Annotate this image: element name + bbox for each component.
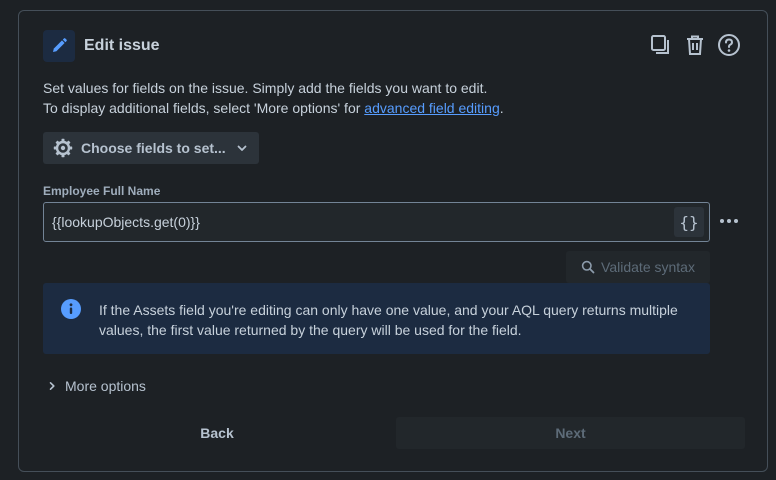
description: Set values for fields on the issue. Simp…: [43, 78, 504, 118]
duplicate-icon[interactable]: [649, 33, 673, 57]
validate-syntax-button[interactable]: Validate syntax: [566, 251, 710, 283]
description-line-1: Set values for fields on the issue. Simp…: [43, 80, 488, 96]
smart-value-button[interactable]: {}: [674, 207, 704, 237]
panel-title: Edit issue: [84, 37, 160, 54]
more-actions-icon[interactable]: [718, 214, 740, 228]
edit-issue-panel: Edit issue Set values for fields on the …: [18, 10, 768, 472]
choose-fields-label: Choose fields to set...: [81, 140, 226, 156]
employee-full-name-value[interactable]: {{lookupObjects.get(0)}}: [52, 214, 674, 230]
pencil-icon: [43, 30, 75, 62]
more-options-toggle[interactable]: More options: [47, 378, 146, 394]
search-icon: [581, 260, 595, 274]
header-actions: [649, 33, 741, 57]
info-icon: [61, 299, 81, 319]
employee-full-name-label: Employee Full Name: [43, 184, 161, 198]
chevron-down-icon: [237, 145, 247, 151]
trash-icon[interactable]: [683, 33, 707, 57]
back-button[interactable]: Back: [43, 417, 391, 449]
panel-header: Edit issue: [43, 29, 160, 63]
more-options-label: More options: [65, 378, 146, 394]
description-line-2-prefix: To display additional fields, select 'Mo…: [43, 100, 365, 116]
description-line-2: To display additional fields, select 'Mo…: [43, 98, 504, 118]
help-icon[interactable]: [717, 33, 741, 57]
info-message-text: If the Assets field you're editing can o…: [99, 302, 678, 338]
info-message: If the Assets field you're editing can o…: [43, 283, 710, 354]
choose-fields-button[interactable]: Choose fields to set...: [43, 132, 259, 164]
chevron-right-icon: [49, 382, 55, 390]
gear-icon: [53, 138, 73, 158]
next-button[interactable]: Next: [396, 417, 745, 449]
validate-syntax-label: Validate syntax: [601, 259, 695, 275]
description-line-2-suffix: .: [499, 100, 504, 116]
advanced-field-editing-link[interactable]: advanced field editing: [364, 100, 499, 116]
employee-full-name-input[interactable]: {{lookupObjects.get(0)}} {}: [43, 202, 710, 242]
